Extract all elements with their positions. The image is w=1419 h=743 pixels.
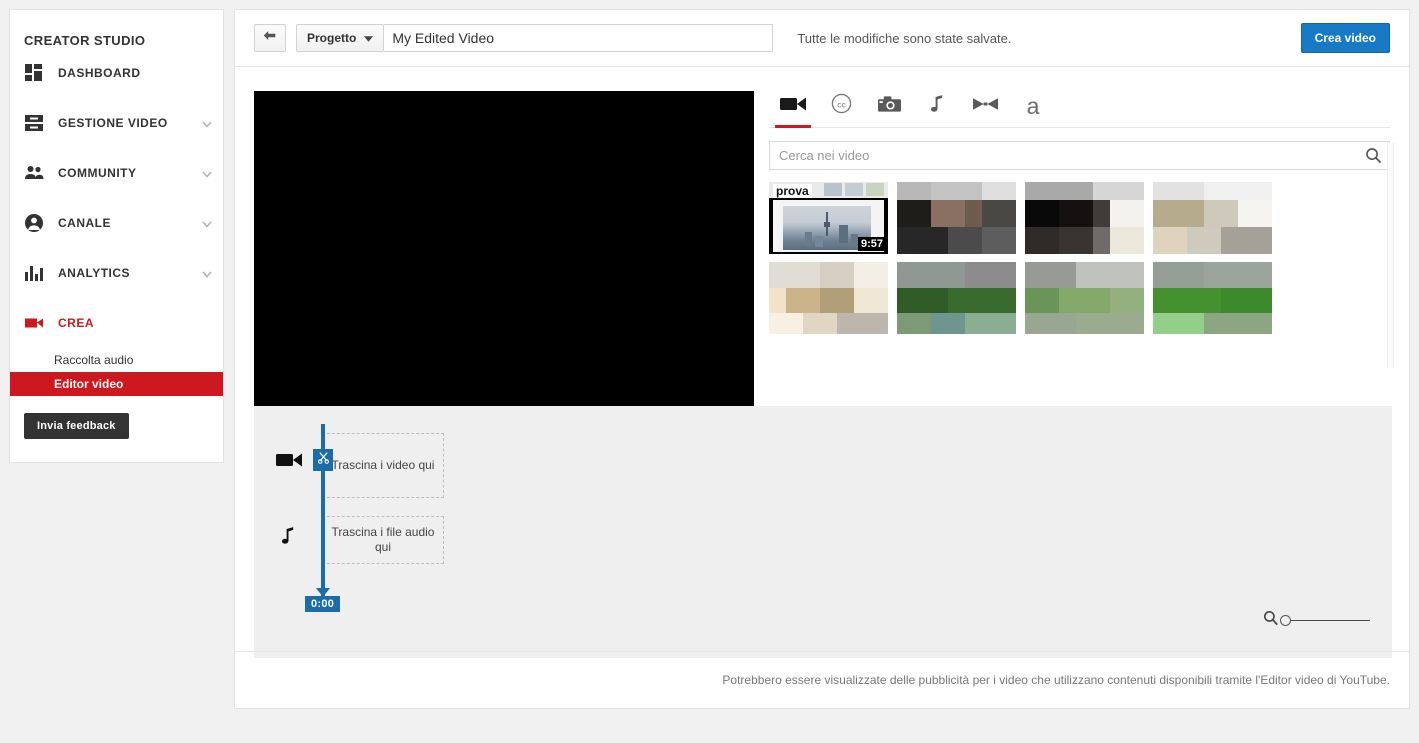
main-panel: Progetto Tutte le modifiche sono state s…	[234, 9, 1410, 709]
tab-video[interactable]	[769, 85, 817, 128]
footer-text: Potrebbero essere visualizzate delle pub…	[722, 673, 1390, 687]
sidebar-item-analytics[interactable]: ANALYTICS	[10, 248, 223, 298]
thumbnail-item[interactable]: prova 9:57	[769, 182, 888, 254]
tab-photo[interactable]	[865, 85, 913, 127]
video-camera-icon	[276, 451, 302, 474]
tab-transition[interactable]	[961, 85, 1009, 127]
thumbnail-item[interactable]	[769, 262, 888, 334]
back-arrow-icon	[262, 29, 278, 47]
sidebar: CREATOR STUDIO DASHBOARD GESTIONE VIDEO …	[9, 9, 224, 463]
transition-icon	[972, 97, 998, 116]
project-dropdown-label: Progetto	[307, 31, 357, 45]
chevron-down-icon[interactable]	[201, 217, 213, 229]
footer: Potrebbero essere visualizzate delle pub…	[235, 651, 1409, 708]
back-button[interactable]	[254, 24, 286, 52]
cc-icon: cc	[831, 93, 852, 119]
thumbnail-item[interactable]	[897, 262, 1016, 334]
chevron-down-icon	[364, 29, 374, 47]
project-dropdown[interactable]: Progetto	[296, 24, 385, 52]
save-status-text: Tutte le modifiche sono state salvate.	[797, 30, 1012, 46]
music-note-icon	[281, 526, 296, 550]
sidebar-item-label: ANALYTICS	[58, 266, 131, 280]
project-title-input[interactable]	[384, 24, 774, 52]
people-icon	[24, 163, 44, 183]
account-circle-icon	[24, 213, 44, 233]
sidebar-item-label: DASHBOARD	[58, 66, 141, 80]
create-video-button[interactable]: Crea video	[1300, 23, 1390, 53]
video-camera-icon	[780, 95, 806, 118]
music-note-icon	[930, 94, 945, 118]
sidebar-item-label: CANALE	[58, 216, 111, 230]
library-tabs: cc a	[769, 85, 1390, 128]
library-scrollbar[interactable]	[1387, 143, 1394, 368]
sidebar-item-dashboard[interactable]: DASHBOARD	[10, 48, 223, 98]
playhead-time-label: 0:00	[305, 596, 341, 612]
text-a-icon: a	[1026, 92, 1040, 119]
zoom-slider-track[interactable]	[1280, 615, 1370, 626]
thumbnail-duration: 9:57	[857, 237, 886, 251]
toolbar: Progetto Tutte le modifiche sono state s…	[235, 10, 1409, 67]
thumbnail-item[interactable]	[1025, 182, 1144, 254]
dashboard-icon	[24, 63, 44, 83]
thumbnail-item[interactable]	[1153, 182, 1272, 254]
sidebar-item-canale[interactable]: CANALE	[10, 198, 223, 248]
sidebar-item-crea[interactable]: CREA	[10, 298, 223, 348]
timeline-zoom-control	[1263, 610, 1370, 631]
send-feedback-button[interactable]: Invia feedback	[24, 413, 129, 439]
video-preview[interactable]	[254, 91, 754, 408]
chevron-down-icon[interactable]	[201, 167, 213, 179]
search-icon[interactable]	[1263, 610, 1279, 631]
audio-dropzone-label: Trascina i file audio qui	[331, 525, 435, 554]
thumbnail-item[interactable]	[1153, 262, 1272, 334]
video-dropzone: Trascina i video qui	[322, 433, 444, 498]
work-row: cc a Cerca nei video prova 9:57	[235, 67, 1409, 408]
video-camera-icon	[24, 313, 44, 333]
thumbnail-title: prova	[773, 184, 812, 198]
scissors-icon	[317, 451, 330, 469]
split-clip-button[interactable]	[313, 449, 333, 471]
zoom-slider-knob[interactable]	[1280, 615, 1291, 626]
sidebar-item-community[interactable]: COMMUNITY	[10, 148, 223, 198]
tab-creative-commons[interactable]: cc	[817, 85, 865, 127]
timeline: Trascina i video qui Trascina i file aud…	[254, 406, 1392, 658]
sidebar-item-label: GESTIONE VIDEO	[58, 116, 168, 130]
sidebar-item-gestione-video[interactable]: GESTIONE VIDEO	[10, 98, 223, 148]
camera-icon	[877, 95, 901, 118]
chevron-down-icon[interactable]	[201, 267, 213, 279]
tab-audio[interactable]	[913, 85, 961, 127]
chevron-down-icon[interactable]	[201, 117, 213, 129]
tab-text[interactable]: a	[1009, 85, 1057, 127]
thumbnail-item[interactable]	[897, 182, 1016, 254]
svg-text:cc: cc	[837, 99, 846, 109]
video-thumbnail-grid: prova 9:57	[769, 182, 1273, 340]
sidebar-item-label: CREA	[58, 316, 95, 330]
bar-chart-icon	[24, 263, 44, 283]
media-library: cc a Cerca nei video prova 9:57	[769, 85, 1394, 389]
sidebar-item-label: COMMUNITY	[58, 166, 137, 180]
video-dropzone-label: Trascina i video qui	[331, 458, 435, 472]
sidebar-subitem-raccolta-audio[interactable]: Raccolta audio	[10, 348, 223, 372]
video-manager-icon	[24, 113, 44, 133]
audio-dropzone: Trascina i file audio qui	[322, 516, 444, 564]
library-search	[769, 141, 1390, 170]
thumbnail-item[interactable]	[1025, 262, 1144, 334]
search-input[interactable]	[769, 141, 1390, 170]
search-icon[interactable]	[1365, 147, 1382, 169]
sidebar-title: CREATOR STUDIO	[24, 33, 146, 48]
sidebar-subitem-editor-video[interactable]: Editor video	[10, 372, 223, 396]
